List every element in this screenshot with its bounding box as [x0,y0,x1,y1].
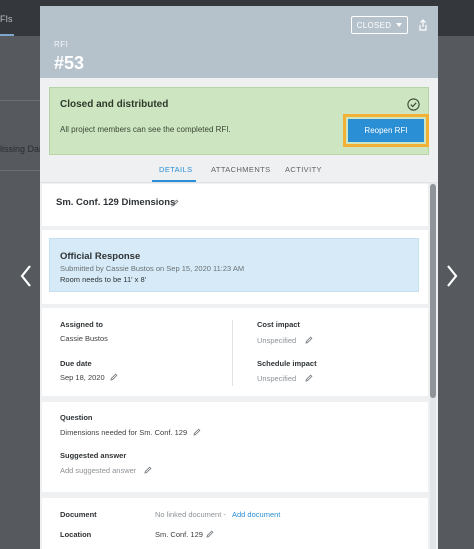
edit-subject-pencil-icon[interactable] [171,199,179,207]
banner-title: Closed and distributed [60,99,169,110]
document-label: Document [60,510,97,519]
location-label: Location [60,530,92,539]
location-value[interactable]: Sm. Conf. 129 [155,530,203,539]
edit-question-pencil-icon[interactable] [193,428,201,436]
tab-details[interactable]: DETAILS [159,165,193,174]
edit-schedule-impact-pencil-icon[interactable] [305,374,313,382]
question-value[interactable]: Dimensions needed for Sm. Conf. 129 [60,428,187,437]
suggested-answer-label: Suggested answer [60,451,127,460]
schedule-impact-value[interactable]: Unspecified [257,374,296,383]
modal-header: RFI #53 CLOSED [40,6,438,78]
document-value: No linked document - [155,510,226,519]
rfi-subject: Sm. Conf. 129 Dimensions [56,197,176,208]
tab-bar: DETAILS ATTACHMENTS ACTIVITY [40,163,438,183]
cost-impact-value[interactable]: Unspecified [257,336,296,345]
question-label: Question [60,413,93,422]
previous-arrow-icon[interactable] [16,262,36,290]
scrollbar-thumb[interactable] [430,184,436,398]
response-meta: Submitted by Cassie Bustos on Sep 15, 20… [60,264,245,273]
assigned-to-value: Cassie Bustos [60,334,108,343]
share-icon[interactable] [416,18,430,32]
closed-banner: Closed and distributed All project membe… [49,87,429,155]
question-card [42,402,428,492]
edit-cost-impact-pencil-icon[interactable] [305,336,313,344]
due-date-label: Due date [60,359,92,368]
tab-attachments[interactable]: ATTACHMENTS [211,165,271,174]
rfi-label: RFI [54,40,69,49]
background-tab: FIs [0,14,13,24]
status-label: CLOSED [356,20,392,30]
background-tab-underline [0,34,14,36]
tab-activity[interactable]: ACTIVITY [285,165,322,174]
background-divider [0,100,40,101]
banner-description: All project members can see the complete… [60,125,231,134]
response-title: Official Response [60,251,141,262]
assigned-to-label: Assigned to [60,320,103,329]
reopen-rfi-button[interactable]: Reopen RFI [348,119,424,142]
chevron-down-icon [396,23,403,27]
edit-location-pencil-icon[interactable] [206,530,214,538]
schedule-impact-label: Schedule impact [257,359,317,368]
cost-impact-label: Cost impact [257,320,300,329]
add-document-link[interactable]: Add document [232,510,280,519]
tabs-divider [40,182,438,183]
edit-due-date-pencil-icon[interactable] [110,373,118,381]
due-date-value[interactable]: Sep 18, 2020 [60,373,105,382]
next-arrow-icon[interactable] [442,262,462,290]
response-body: Room needs to be 11' x 8' [60,275,147,284]
fields-divider [232,320,233,386]
rfi-modal: RFI #53 CLOSED Closed and distributed Al… [40,6,438,549]
rfi-number: #53 [54,53,85,73]
official-response: Official Response Submitted by Cassie Bu… [49,238,419,292]
suggested-answer-input[interactable]: Add suggested answer [60,466,136,475]
background-divider [0,170,40,171]
references-card [42,498,428,549]
status-dropdown[interactable]: CLOSED [351,16,408,34]
check-circle-icon [407,98,420,111]
edit-suggested-answer-pencil-icon[interactable] [144,466,152,474]
